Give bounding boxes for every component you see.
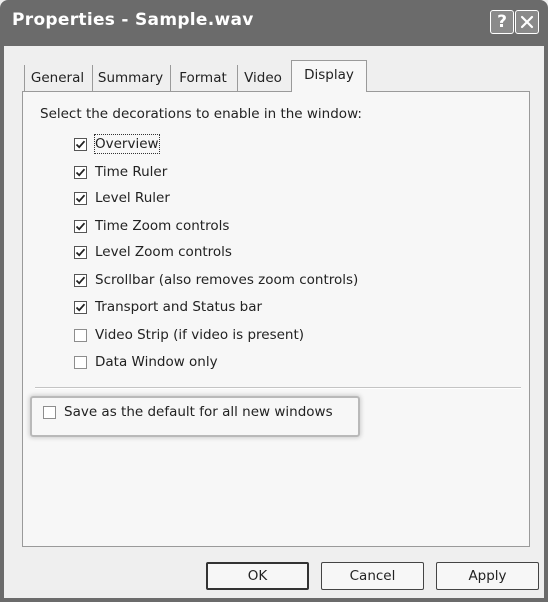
checkmark-icon (75, 194, 86, 203)
level-ruler-option[interactable]: Level Ruler (74, 189, 170, 207)
tab-display[interactable]: Display (291, 60, 367, 92)
tab-summary[interactable]: Summary (92, 65, 168, 91)
level-zoom-option[interactable]: Level Zoom controls (74, 243, 232, 261)
checkmark-icon (75, 140, 86, 149)
decorations-heading: Select the decorations to enable in the … (40, 106, 362, 122)
checkmark-icon (75, 222, 86, 231)
checkmark-icon (75, 276, 86, 285)
tab-general[interactable]: General (24, 65, 90, 91)
overview-label: Overview (94, 134, 160, 154)
apply-label: Apply (468, 568, 507, 584)
scrollbar-label: Scrollbar (also removes zoom controls) (95, 272, 359, 288)
window-frame-right (544, 46, 548, 602)
cancel-label: Cancel (349, 568, 396, 584)
help-icon: ? (497, 12, 507, 32)
transport-status-checkbox[interactable] (74, 300, 87, 314)
time-zoom-label: Time Zoom controls (95, 218, 230, 234)
level-zoom-label: Level Zoom controls (95, 244, 232, 260)
title-bar: Properties - Sample.wav ? (0, 0, 548, 46)
ok-button[interactable]: OK (206, 562, 309, 590)
tab-format-label: Format (179, 70, 227, 86)
apply-button[interactable]: Apply (436, 562, 539, 590)
video-strip-label: Video Strip (if video is present) (95, 327, 305, 343)
transport-status-label: Transport and Status bar (95, 299, 263, 315)
properties-dialog: Properties - Sample.wav ? General Summar… (0, 0, 548, 602)
separator (35, 387, 521, 389)
close-icon (520, 15, 534, 29)
window-frame-bottom (0, 598, 548, 602)
tab-format[interactable]: Format (170, 65, 235, 91)
tab-summary-label: Summary (97, 70, 164, 86)
checkmark-icon (75, 303, 86, 312)
scrollbar-option[interactable]: Scrollbar (also removes zoom controls) (74, 271, 358, 289)
level-zoom-checkbox[interactable] (74, 245, 87, 259)
time-ruler-checkbox[interactable] (74, 165, 87, 179)
tab-general-label: General (30, 70, 85, 86)
checkmark-icon (75, 248, 86, 257)
transport-status-option[interactable]: Transport and Status bar (74, 298, 262, 316)
data-window-checkbox[interactable] (74, 355, 87, 369)
checkmark-icon (75, 168, 86, 177)
level-ruler-label: Level Ruler (95, 190, 170, 206)
overview-option[interactable]: Overview (74, 134, 160, 154)
display-tab-panel (22, 91, 530, 547)
overview-checkbox[interactable] (74, 137, 87, 151)
time-zoom-option[interactable]: Time Zoom controls (74, 217, 229, 235)
close-button[interactable] (515, 10, 539, 34)
window-title: Properties - Sample.wav (12, 10, 254, 30)
data-window-label: Data Window only (95, 354, 218, 370)
ok-label: OK (247, 568, 268, 584)
time-ruler-label: Time Ruler (95, 164, 168, 180)
video-strip-checkbox[interactable] (74, 328, 87, 342)
save-default-checkbox[interactable] (43, 405, 56, 419)
data-window-option[interactable]: Data Window only (74, 353, 218, 371)
time-zoom-checkbox[interactable] (74, 219, 87, 233)
help-button[interactable]: ? (490, 10, 514, 34)
tab-video[interactable]: Video (237, 65, 288, 91)
cancel-button[interactable]: Cancel (321, 562, 424, 590)
tab-video-label: Video (244, 70, 282, 86)
window-frame-left (0, 46, 4, 602)
level-ruler-checkbox[interactable] (74, 191, 87, 205)
save-default-label: Save as the default for all new windows (64, 404, 333, 420)
tab-display-label: Display (304, 66, 354, 83)
scrollbar-checkbox[interactable] (74, 273, 87, 287)
time-ruler-option[interactable]: Time Ruler (74, 163, 167, 181)
video-strip-option[interactable]: Video Strip (if video is present) (74, 326, 304, 344)
save-default-option[interactable]: Save as the default for all new windows (43, 402, 333, 422)
